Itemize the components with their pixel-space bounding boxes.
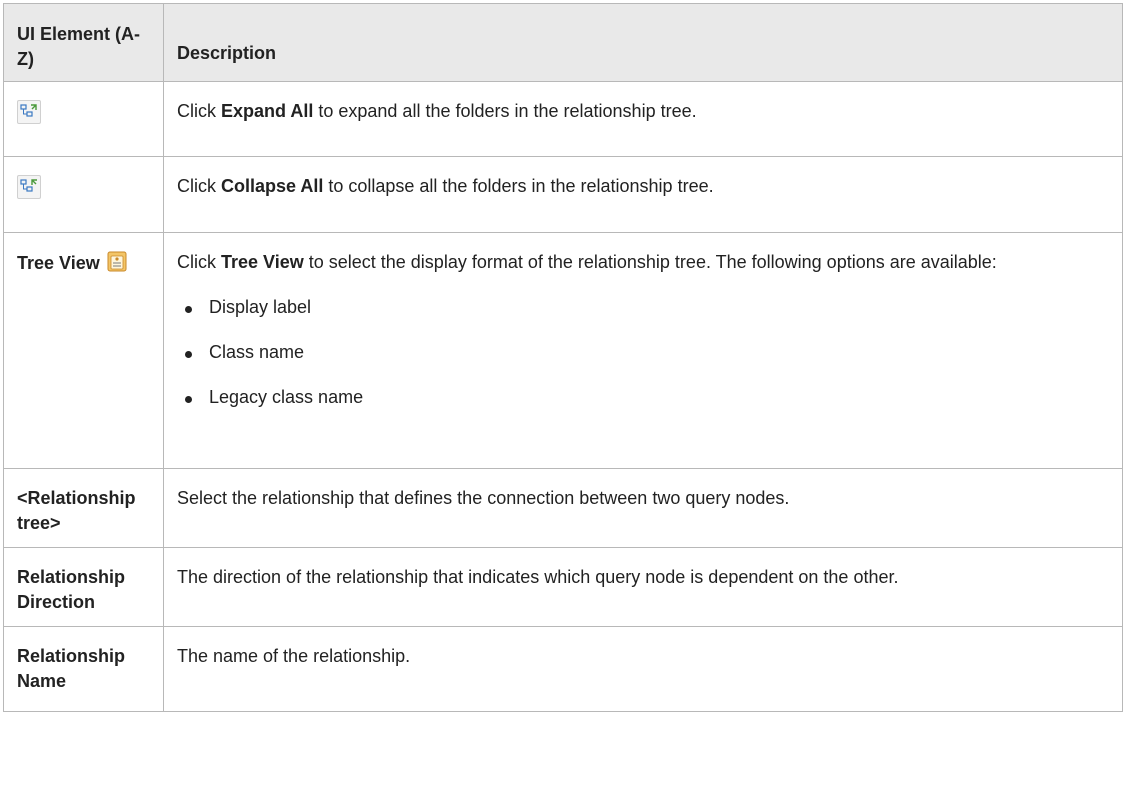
- column-header-description: Description: [163, 3, 1123, 82]
- description-cell: Click Expand All to expand all the folde…: [163, 81, 1123, 157]
- description-cell: The direction of the relationship that i…: [163, 547, 1123, 627]
- tree-view-label: Tree View: [17, 253, 100, 273]
- table-row: Relationship Direction The direction of …: [3, 547, 1123, 627]
- expand-all-term: Expand All: [221, 101, 314, 121]
- element-cell: Relationship Name: [3, 626, 164, 712]
- element-cell: [3, 81, 164, 157]
- description-cell: Select the relationship that defines the…: [163, 468, 1123, 548]
- collapse-all-term: Collapse All: [221, 176, 324, 196]
- table-row: Click Collapse All to collapse all the f…: [3, 156, 1123, 233]
- list-item: Legacy class name: [177, 385, 1112, 410]
- list-item: Class name: [177, 340, 1112, 365]
- bullet-icon: [185, 351, 192, 358]
- table-header-row: UI Element (A-Z) Description: [3, 3, 1123, 82]
- table-row: Click Expand All to expand all the folde…: [3, 81, 1123, 157]
- list-item: Display label: [177, 295, 1112, 320]
- table-row: Relationship Name The name of the relati…: [3, 626, 1123, 712]
- tree-view-description: Click Tree View to select the display fo…: [177, 252, 997, 272]
- bullet-icon: [185, 396, 192, 403]
- element-cell: [3, 156, 164, 233]
- element-cell: Relationship Direction: [3, 547, 164, 627]
- expand-all-icon: [17, 100, 41, 125]
- description-cell: Click Tree View to select the display fo…: [163, 232, 1123, 469]
- tree-view-term: Tree View: [221, 252, 304, 272]
- tree-view-options-list: Display label Class name Legacy class na…: [177, 295, 1112, 410]
- element-cell: <Relationship tree>: [3, 468, 164, 548]
- column-header-ui-element: UI Element (A-Z): [3, 3, 164, 82]
- element-cell: Tree View: [3, 232, 164, 469]
- table-row: Tree View Click Tree View to select the …: [3, 232, 1123, 469]
- collapse-all-icon: [17, 175, 41, 200]
- ui-element-table: UI Element (A-Z) Description Click Expan…: [3, 3, 1123, 712]
- table-row: <Relationship tree> Select the relations…: [3, 468, 1123, 548]
- description-cell: Click Collapse All to collapse all the f…: [163, 156, 1123, 233]
- bullet-icon: [185, 306, 192, 313]
- tree-view-icon: [106, 250, 128, 272]
- description-cell: The name of the relationship.: [163, 626, 1123, 712]
